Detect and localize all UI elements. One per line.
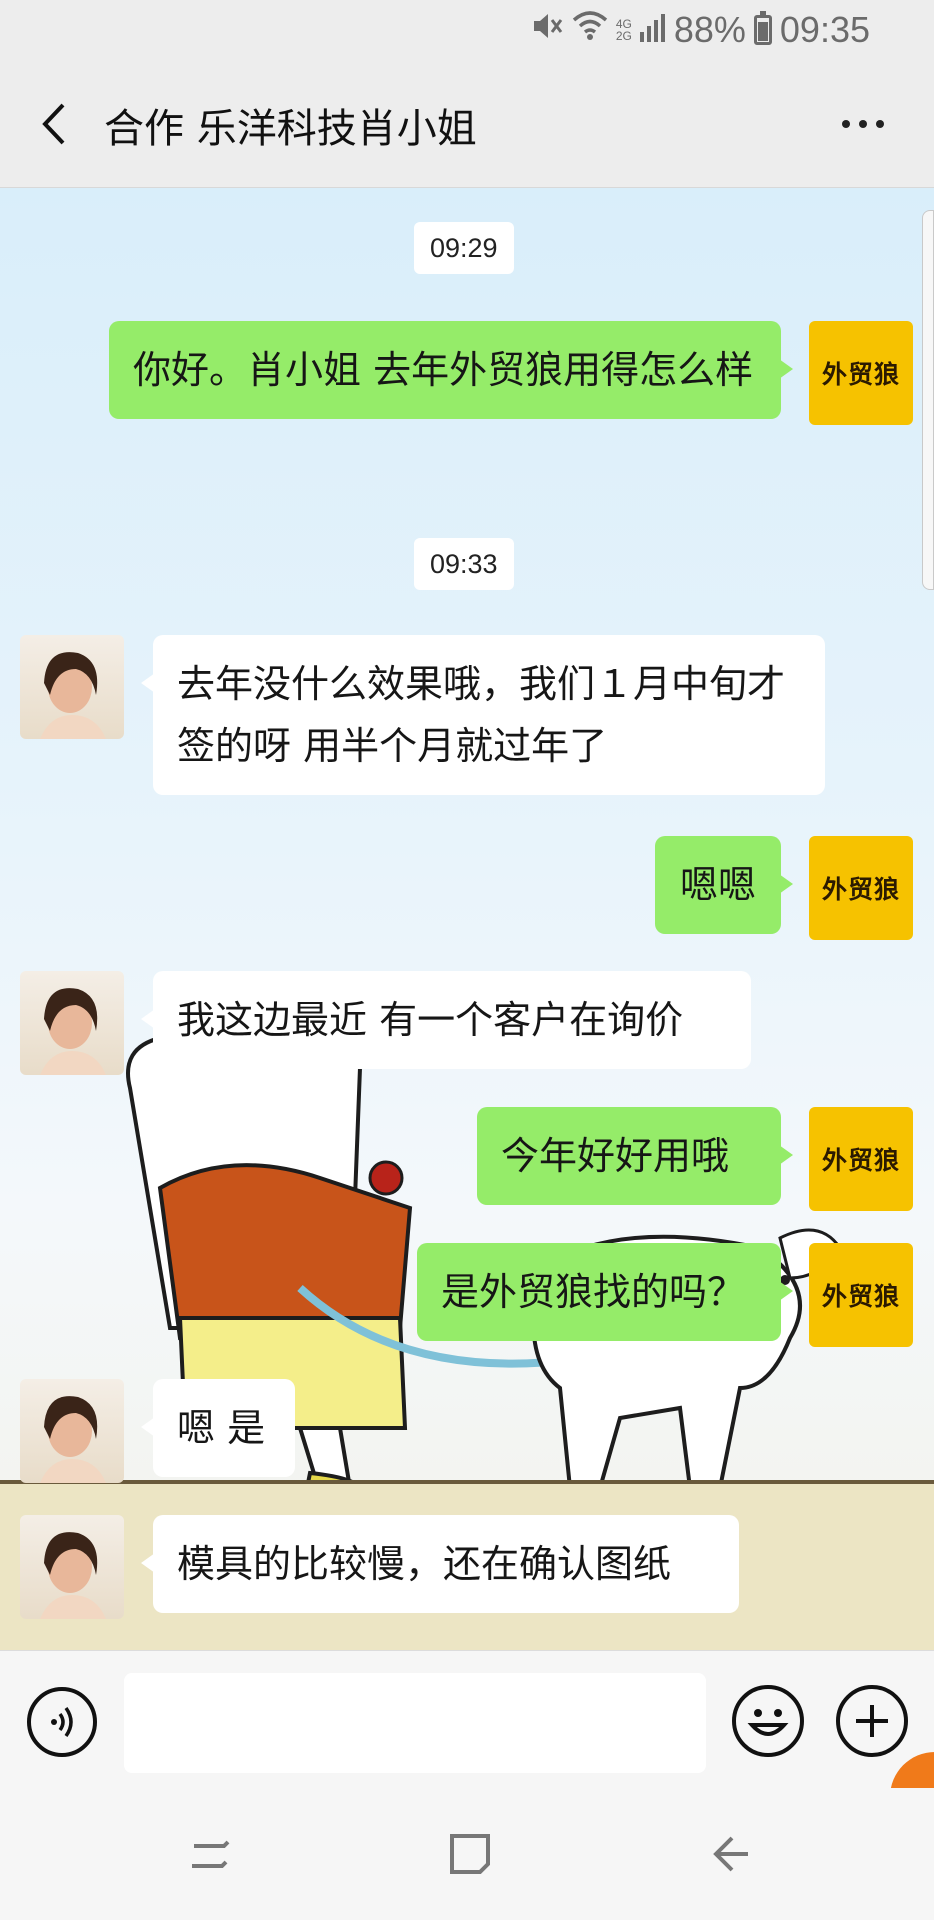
voice-icon (51, 1706, 73, 1738)
nav-back-button[interactable] (702, 1824, 762, 1884)
message-bubble-sent[interactable]: 你好。肖小姐 去年外贸狼用得怎么样 (109, 321, 793, 419)
my-avatar[interactable]: 外贸狼 (809, 836, 913, 940)
contact-avatar[interactable] (20, 1379, 124, 1483)
message-input[interactable] (124, 1673, 706, 1773)
contact-photo-icon (40, 1532, 106, 1619)
network-2g-label: 2G (615, 29, 632, 43)
emoji-icon (747, 1709, 789, 1736)
recent-apps-icon (192, 1840, 230, 1868)
back-button[interactable] (24, 94, 84, 154)
signal-icon (639, 9, 666, 51)
message-bubble-received[interactable]: 去年没什么效果哦，我们１月中旬才签的呀 用半个月就过年了 (141, 635, 825, 795)
message-bubble-received[interactable]: 我这边最近 有一个客户在询价 (141, 971, 751, 1069)
contact-photo-icon (40, 988, 106, 1075)
wifi-icon (572, 9, 608, 51)
input-bar (0, 1650, 934, 1788)
chevron-left-icon (42, 103, 65, 145)
home-button[interactable] (440, 1824, 500, 1884)
message-bubble-received[interactable]: 嗯 是 (141, 1379, 295, 1477)
chat-title: 合作 乐洋科技肖小姐 (104, 106, 477, 152)
avatar-brand-text: 外贸狼 (821, 1146, 900, 1175)
mute-icon (530, 9, 564, 52)
battery-icon (753, 11, 772, 45)
battery-percent: 88% (673, 9, 746, 50)
plus-icon (856, 1705, 888, 1737)
status-bar: 4G 2G 88% 09:35 (0, 0, 934, 60)
message-bubble-sent[interactable]: 嗯嗯 (655, 836, 793, 934)
contact-avatar[interactable] (20, 1515, 124, 1619)
clock: 09:35 (779, 9, 870, 50)
network-type: 4G 2G (616, 18, 632, 42)
contact-avatar[interactable] (20, 971, 124, 1075)
contact-photo-icon (40, 652, 106, 739)
voice-button[interactable] (27, 1687, 97, 1757)
recent-apps-button[interactable] (180, 1824, 240, 1884)
my-avatar[interactable]: 外贸狼 (809, 1243, 913, 1347)
scrollbar[interactable] (922, 210, 934, 590)
plus-button[interactable] (836, 1685, 908, 1757)
chat-area[interactable]: 09:29 你好。肖小姐 去年外贸狼用得怎么样 外贸狼 09:33 去年没什么效… (0, 188, 934, 1650)
emoji-button[interactable] (732, 1685, 804, 1757)
timestamp-chip: 09:33 (414, 538, 514, 590)
chat-header: 合作 乐洋科技肖小姐 (0, 60, 934, 188)
timestamp-chip: 09:29 (414, 222, 514, 274)
message-bubble-sent[interactable]: 今年好好用哦 (477, 1107, 793, 1205)
avatar-brand-text: 外贸狼 (821, 1282, 900, 1311)
my-avatar[interactable]: 外贸狼 (809, 1107, 913, 1211)
message-bubble-sent[interactable]: 是外贸狼找的吗？ (417, 1243, 793, 1341)
home-icon (450, 1834, 490, 1874)
my-avatar[interactable]: 外贸狼 (809, 321, 913, 425)
avatar-brand-text: 外贸狼 (821, 875, 900, 904)
message-bubble-received[interactable]: 模具的比较慢，还在确认图纸 (141, 1515, 739, 1613)
avatar-brand-text: 外贸狼 (821, 360, 900, 389)
more-dots-icon (842, 120, 850, 128)
more-dot (859, 120, 867, 128)
more-button[interactable] (828, 104, 898, 144)
system-nav-bar (0, 1788, 934, 1920)
back-arrow-icon (713, 1836, 748, 1872)
more-dot (876, 120, 884, 128)
contact-photo-icon (40, 1396, 106, 1483)
contact-avatar[interactable] (20, 635, 124, 739)
